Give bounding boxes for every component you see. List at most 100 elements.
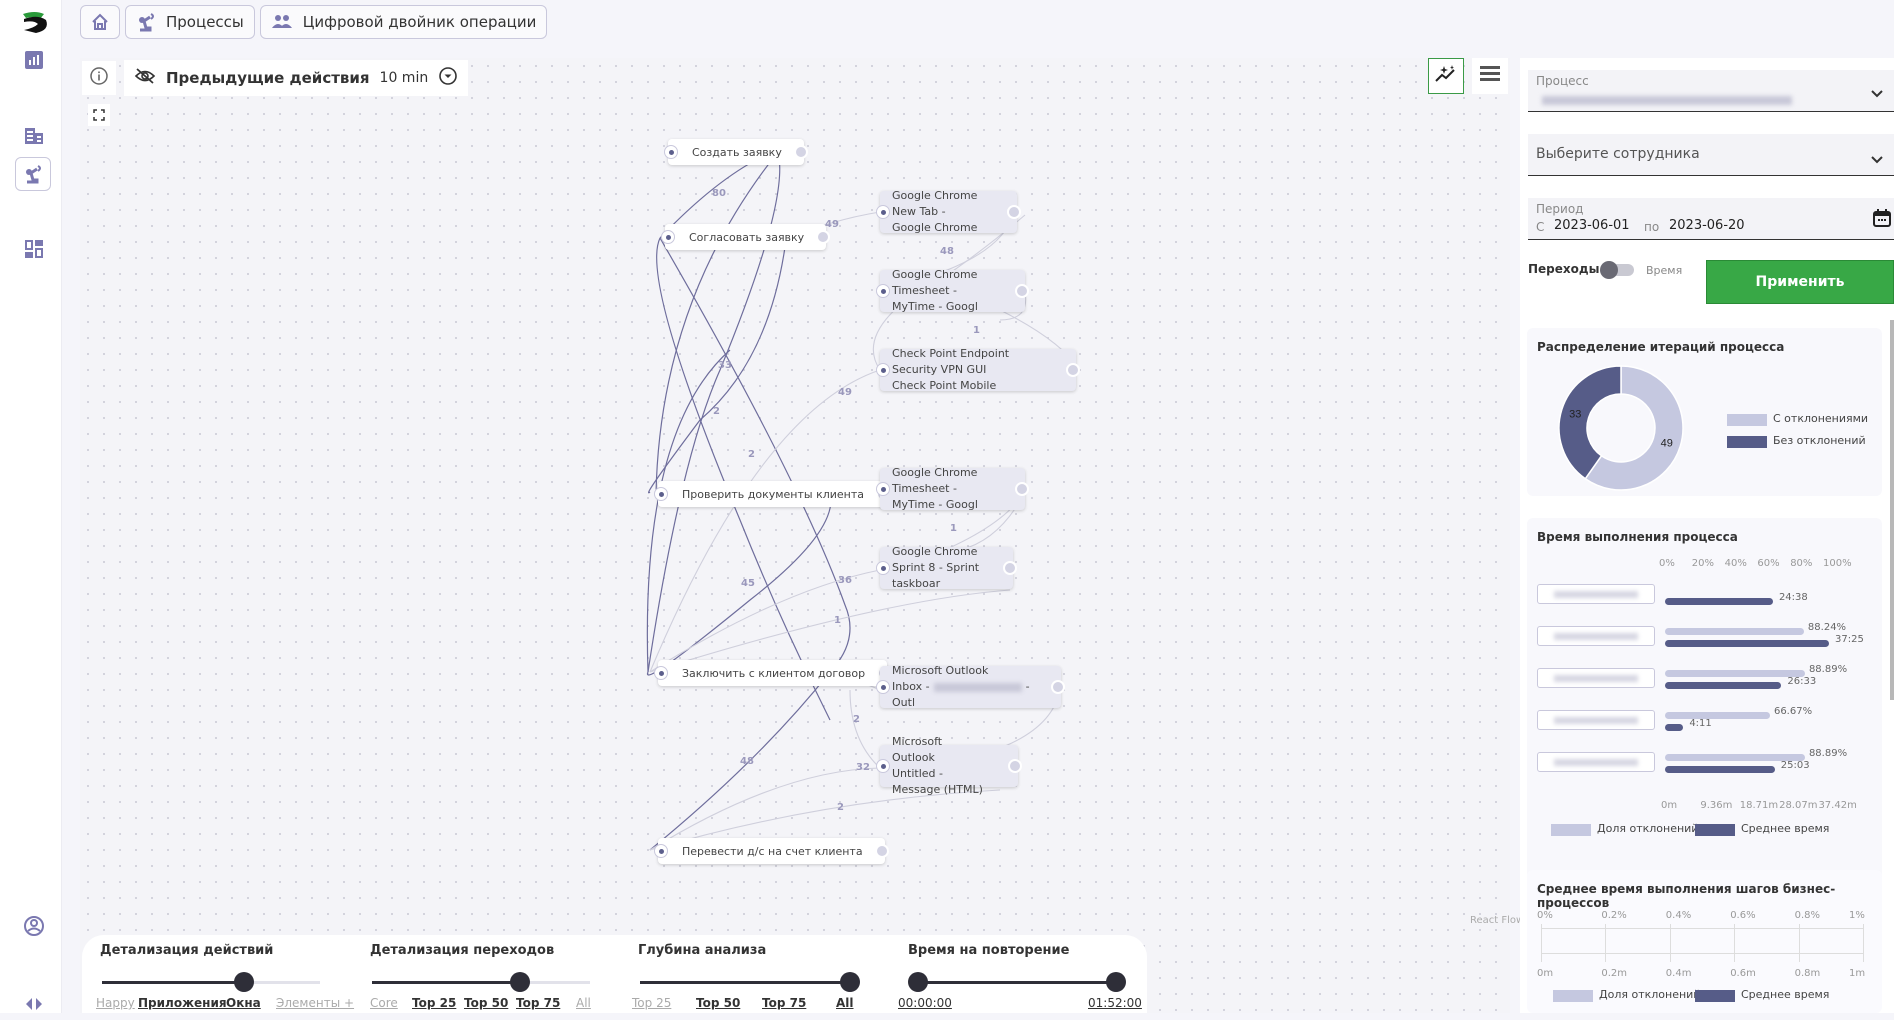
slider-mark[interactable]: Приложения <box>138 996 227 1010</box>
slider-mark[interactable]: Happy <box>96 996 135 1010</box>
info-button[interactable] <box>82 61 116 95</box>
deviation-bar[interactable] <box>1665 670 1805 677</box>
avg-time-bar[interactable] <box>1665 598 1773 605</box>
slider-track[interactable] <box>102 981 320 984</box>
slider-track[interactable] <box>916 981 1116 984</box>
slider-mark[interactable]: Top 25 <box>632 996 671 1010</box>
row-label-box[interactable] <box>1537 752 1655 772</box>
process-node[interactable]: Заключить с клиентом договор <box>654 660 892 686</box>
input-handle[interactable] <box>664 145 678 159</box>
slider-mark[interactable]: Core <box>370 996 398 1010</box>
range-min-knob[interactable] <box>908 972 928 992</box>
row-label-box[interactable] <box>1537 710 1655 730</box>
process-graph-canvas[interactable] <box>80 58 1510 1013</box>
process-select[interactable]: Процесс <box>1528 70 1894 112</box>
window-node[interactable]: Microsoft Outlook Untitled - Message (HT… <box>876 735 1022 796</box>
menu-button[interactable] <box>1472 58 1508 94</box>
input-handle[interactable] <box>876 759 890 773</box>
range-max-label[interactable]: 01:52:00 <box>1088 996 1142 1010</box>
deviation-bar[interactable] <box>1665 628 1804 635</box>
row-label-box[interactable] <box>1537 584 1655 604</box>
employee-select[interactable]: Выберите сотрудника <box>1528 134 1894 176</box>
breadcrumb-processes[interactable]: Процессы <box>125 5 255 39</box>
avg-time-bar[interactable] <box>1665 766 1775 773</box>
react-flow-watermark[interactable]: React Flow <box>1470 915 1524 926</box>
collapse-arrows-icon[interactable] <box>18 988 50 1020</box>
window-node[interactable]: Check Point Endpoint Security VPN GUI Ch… <box>876 347 1080 392</box>
range-max-knob[interactable] <box>1106 972 1126 992</box>
avg-time-bar[interactable] <box>1665 682 1782 689</box>
input-handle[interactable] <box>654 487 668 501</box>
output-handle[interactable] <box>1051 680 1065 694</box>
output-handle[interactable] <box>1015 482 1029 496</box>
window-node[interactable]: Microsoft Outlook Inbox -- Outl <box>876 664 1065 709</box>
graph-toolbar: Предыдущие действия 10 min <box>82 60 469 96</box>
input-handle[interactable] <box>876 363 890 377</box>
axis-tick-top: 100% <box>1823 558 1852 569</box>
process-node[interactable]: Создать заявку <box>664 139 808 165</box>
slider-track[interactable] <box>372 981 590 984</box>
slider-track[interactable] <box>640 981 850 984</box>
output-handle[interactable] <box>1003 561 1017 575</box>
input-handle[interactable] <box>661 230 675 244</box>
to-date[interactable]: 2023-06-20 <box>1669 218 1745 233</box>
logo-icon[interactable] <box>20 10 50 36</box>
row-label-box[interactable] <box>1537 626 1655 646</box>
from-date[interactable]: 2023-06-01 <box>1554 218 1630 233</box>
breadcrumb-digital-twin[interactable]: Цифровой двойник операции <box>259 5 548 39</box>
chart-icon[interactable] <box>18 44 50 76</box>
row-label-box[interactable] <box>1537 668 1655 688</box>
fullscreen-button[interactable] <box>88 104 110 126</box>
window-node[interactable]: Google Chrome New Tab - Google Chrome <box>876 189 1021 234</box>
right-panel-scrollbar[interactable] <box>1890 320 1894 700</box>
process-node[interactable]: Перевести д/с на счет клиента <box>654 838 889 864</box>
window-node[interactable]: Google Chrome Timesheet - MyTime - Googl <box>876 466 1029 511</box>
slider-knob[interactable] <box>840 972 860 992</box>
input-handle[interactable] <box>876 482 890 496</box>
chevron-down-circle-icon[interactable] <box>438 66 458 90</box>
input-handle[interactable] <box>876 680 890 694</box>
slider-mark[interactable]: All <box>836 996 854 1010</box>
slider-mark[interactable]: Top 25 <box>412 996 456 1010</box>
user-circle-icon[interactable] <box>18 910 50 942</box>
slider-mark[interactable]: Окна <box>226 996 261 1010</box>
period-field[interactable]: Период С 2023-06-01 по 2023-06-20 <box>1528 198 1894 240</box>
output-handle[interactable] <box>1015 284 1029 298</box>
window-node[interactable]: Google Chrome Timesheet - MyTime - Googl <box>876 268 1029 313</box>
building-icon[interactable] <box>18 120 50 152</box>
calendar-icon[interactable] <box>1872 208 1892 232</box>
slider-mark[interactable]: Top 75 <box>762 996 806 1010</box>
avg-time-bar[interactable] <box>1665 640 1829 647</box>
slider-mark[interactable]: Элементы + <box>276 996 354 1010</box>
output-handle[interactable] <box>1066 363 1080 377</box>
input-handle[interactable] <box>876 284 890 298</box>
slider-mark[interactable]: Top 50 <box>464 996 508 1010</box>
deviation-bar[interactable] <box>1665 712 1770 719</box>
robot-arm-icon[interactable] <box>15 157 51 191</box>
output-handle[interactable] <box>793 145 808 159</box>
window-node[interactable]: Google Chrome Sprint 8 - Sprint taskboar <box>876 545 1017 590</box>
input-handle[interactable] <box>654 666 668 680</box>
slider-mark[interactable]: Top 75 <box>516 996 560 1010</box>
to-label: по <box>1644 220 1660 234</box>
mode-toggle[interactable] <box>1600 261 1636 279</box>
slider-mark[interactable]: All <box>576 996 591 1010</box>
eye-off-icon[interactable] <box>134 67 156 89</box>
slider-knob[interactable] <box>510 972 530 992</box>
dashboard-icon[interactable] <box>18 233 50 265</box>
range-min-label[interactable]: 00:00:00 <box>898 996 952 1010</box>
input-handle[interactable] <box>654 844 668 858</box>
output-handle[interactable] <box>1007 205 1021 219</box>
slider-knob[interactable] <box>234 972 254 992</box>
output-handle[interactable] <box>874 844 889 858</box>
apply-button[interactable]: Применить <box>1706 260 1894 304</box>
analytics-toggle-button[interactable] <box>1428 58 1464 94</box>
input-handle[interactable] <box>876 561 890 575</box>
input-handle[interactable] <box>876 205 890 219</box>
process-node[interactable]: Проверить документы клиента <box>654 481 891 507</box>
slider-mark[interactable]: Top 50 <box>696 996 740 1010</box>
output-handle[interactable] <box>1008 759 1022 773</box>
avg-time-bar[interactable] <box>1665 724 1684 731</box>
process-node[interactable]: Согласовать заявку <box>661 224 831 250</box>
home-button[interactable] <box>80 5 120 39</box>
